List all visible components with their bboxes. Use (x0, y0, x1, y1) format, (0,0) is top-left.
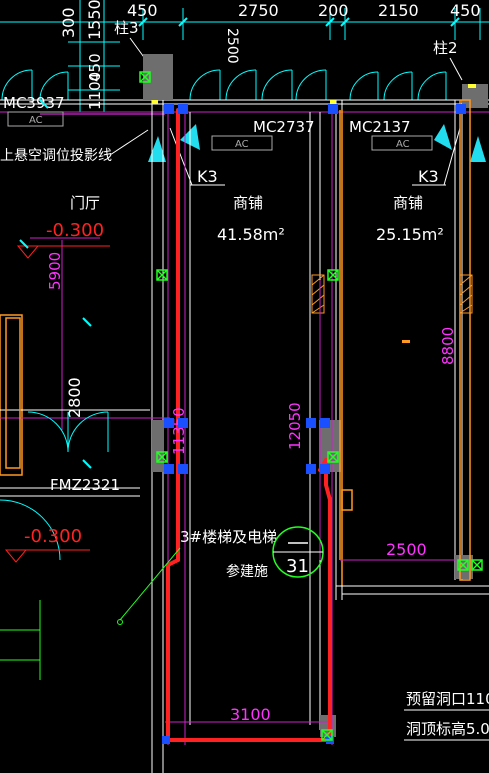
dim-2500: 2500 (386, 540, 427, 559)
level-a-label: -0.300 (46, 220, 104, 241)
ac-label-right: AC (396, 139, 410, 150)
ac-label-left: AC (29, 115, 43, 126)
door-mc3937-label: MC3937 (3, 94, 65, 112)
ac-projection-leader (109, 129, 149, 156)
cad-floor-plan: 300 1550 1100 450 450 2750 200 2150 450 … (0, 0, 489, 773)
dim-5900: 5900 (46, 252, 64, 290)
section-sheet-number: 31 (286, 556, 309, 577)
door-fmz2321-label: FMZ2321 (50, 476, 120, 494)
dim-450-vertical: 450 (86, 53, 104, 82)
ac-projection-note: 上悬空调位投影线 (0, 148, 112, 164)
stair-leader-dot (117, 619, 123, 625)
shop-right-name: 商铺 (393, 194, 423, 212)
top-door-arcs (1, 69, 447, 101)
door-mc2137-label: MC2137 (349, 118, 411, 136)
yellow-accents (152, 84, 476, 104)
dim-300: 300 (59, 7, 78, 38)
k3-right-label: K3 (418, 167, 439, 186)
ac-label-mid: AC (235, 139, 249, 150)
dim-200: 200 (318, 1, 349, 20)
orange-outlines (0, 99, 471, 585)
k3-left-label: K3 (197, 167, 218, 186)
columns-concrete (143, 54, 488, 737)
dim-2750: 2750 (238, 1, 279, 20)
dim-11350: 11350 (170, 407, 188, 455)
shop-right-area: 25.15m² (376, 225, 444, 244)
hole-top-note: 洞顶标高5.00 (406, 720, 489, 738)
dim-8800: 8800 (439, 327, 457, 365)
stair-label: 3#楼梯及电梯 (180, 528, 277, 546)
left-grid-lines (0, 600, 41, 680)
left-edge-walls (5, 317, 21, 469)
lobby-label: 门厅 (70, 194, 100, 212)
shop-left-area: 41.58m² (217, 225, 285, 244)
dim-450-right: 450 (450, 1, 481, 20)
stair-leader (119, 547, 181, 621)
shop-left-name: 商铺 (233, 194, 263, 212)
level-b-triangle (4, 549, 28, 563)
dim-1550: 1550 (85, 0, 104, 40)
column-3-label: 柱3 (114, 19, 139, 37)
column-2-label: 柱2 (433, 39, 458, 57)
ac-unit-icons (148, 124, 486, 162)
dim-450-left: 450 (127, 1, 158, 20)
orange-mark (402, 340, 410, 343)
dim-2800: 2800 (65, 377, 84, 418)
door-mc2737-label: MC2737 (253, 118, 315, 136)
dim-12050: 12050 (286, 402, 304, 450)
dim-2500-vertical: 2500 (224, 28, 240, 64)
dim-2150: 2150 (378, 1, 419, 20)
stair-ref: 参建施 (226, 563, 268, 580)
column-2-leader (449, 57, 463, 81)
reserved-hole-note: 预留洞口1100 (406, 690, 489, 708)
level-b-label: -0.300 (24, 526, 82, 547)
dim-3100: 3100 (230, 705, 271, 724)
